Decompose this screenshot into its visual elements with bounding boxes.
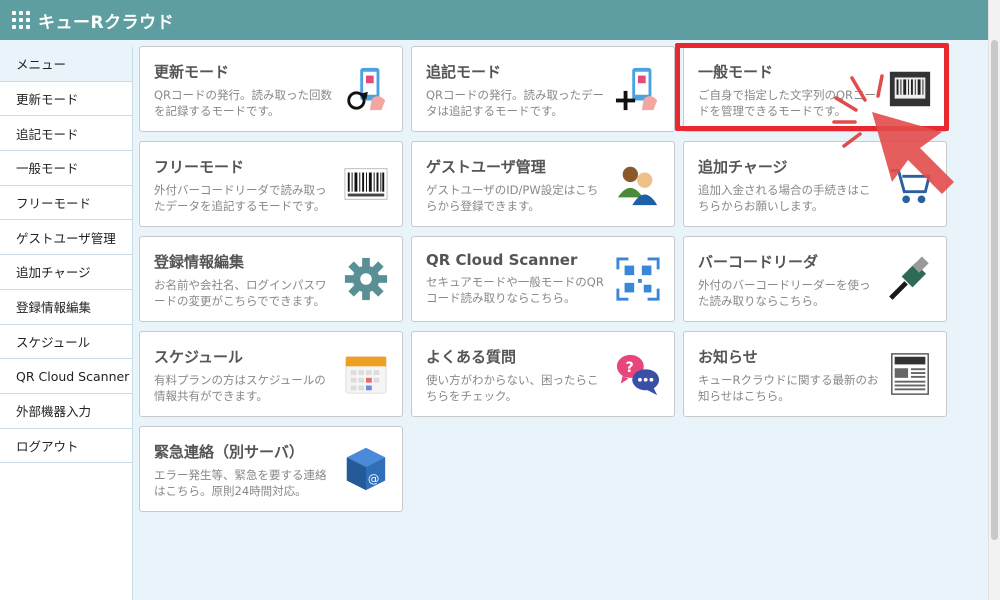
gear-icon: [342, 255, 390, 303]
card-description: お名前や会社名、ログインパスワードの変更がこちらでできます。: [154, 278, 327, 308]
scrollbar[interactable]: [988, 0, 1000, 600]
app-grid-icon[interactable]: [12, 11, 30, 29]
sidebar-item-free-mode[interactable]: フリーモード: [0, 186, 132, 221]
card-faq[interactable]: よくある質問 使い方がわからない、困ったらこちらをチェック。 ?: [411, 331, 675, 417]
card-description: エラー発生等、緊急を要する連絡はこちら。原則24時間対応。: [154, 468, 327, 498]
card-description: 外付のバーコードリーダーを使った読み取りならこちら。: [698, 278, 871, 308]
card-description: 外付バーコードリーダで読み取ったデータを追記するモードです。: [154, 183, 327, 213]
card-general-mode[interactable]: 一般モード ご自身で指定した文字列のQRコードを管理できるモードです。: [683, 46, 947, 132]
svg-text:?: ?: [626, 360, 634, 376]
card-description: ゲストユーザのID/PW設定はこちらから登録できます。: [426, 183, 599, 213]
users-icon: [614, 160, 662, 208]
card-schedule[interactable]: スケジュール 有料プランの方はスケジュールの情報共有ができます。: [139, 331, 403, 417]
card-emergency-contact[interactable]: 緊急連絡（別サーバ） エラー発生等、緊急を要する連絡はこちら。原則24時間対応。…: [139, 426, 403, 512]
card-qr-cloud-scanner[interactable]: QR Cloud Scanner セキュアモードや一般モードのQRコード読み取り…: [411, 236, 675, 322]
sidebar: メニュー 更新モード 追記モード 一般モード フリーモード ゲストユーザ管理 追…: [0, 47, 133, 600]
sidebar-item-guest-users[interactable]: ゲストユーザ管理: [0, 220, 132, 256]
sidebar-item-update-mode[interactable]: 更新モード: [0, 82, 132, 117]
card-barcode-reader[interactable]: バーコードリーダ 外付のバーコードリーダーを使った読み取りならこちら。: [683, 236, 947, 322]
card-description: QRコードの発行。読み取ったデータは追記するモードです。: [426, 88, 605, 118]
cart-icon: [886, 160, 934, 208]
sidebar-item-menu[interactable]: メニュー: [0, 47, 132, 82]
card-charge[interactable]: 追加チャージ 追加入金される場合の手続きはこちらからお願いします。: [683, 141, 947, 227]
card-append-mode[interactable]: 追記モード QRコードの発行。読み取ったデータは追記するモードです。: [411, 46, 675, 132]
card-news[interactable]: お知らせ キューRクラウドに関する最新のお知らせはこちら。: [683, 331, 947, 417]
barcode-icon: [342, 160, 390, 208]
card-description: 追加入金される場合の手続きはこちらからお願いします。: [698, 183, 871, 213]
card-free-mode[interactable]: フリーモード 外付バーコードリーダで読み取ったデータを追記するモードです。: [139, 141, 403, 227]
card-account-edit[interactable]: 登録情報編集 お名前や会社名、ログインパスワードの変更がこちらでできます。: [139, 236, 403, 322]
card-description: セキュアモードや一般モードのQRコード読み取りならこちら。: [426, 275, 604, 305]
qr-scanner-icon: [614, 255, 662, 303]
calendar-icon: [342, 350, 390, 398]
card-description: キューRクラウドに関する最新のお知らせはこちら。: [698, 373, 879, 403]
sidebar-item-account-edit[interactable]: 登録情報編集: [0, 290, 132, 325]
scrollbar-thumb[interactable]: [991, 40, 998, 540]
top-bar: キューRクラウド: [0, 0, 988, 40]
barcode-scan-icon: [886, 65, 934, 113]
app-title: キューRクラウド: [38, 12, 175, 33]
svg-text:@: @: [368, 471, 380, 485]
card-update-mode[interactable]: 更新モード QRコードの発行。読み取った回数を記録するモードです。: [139, 46, 403, 132]
faq-chat-icon: ?: [614, 350, 662, 398]
sidebar-item-external-input[interactable]: 外部機器入力: [0, 394, 132, 429]
sidebar-item-logout[interactable]: ログアウト: [0, 429, 132, 464]
card-description: ご自身で指定した文字列のQRコードを管理できるモードです。: [698, 88, 877, 118]
card-description: QRコードの発行。読み取った回数を記録するモードです。: [154, 88, 333, 118]
sidebar-item-qr-cloud-scanner[interactable]: QR Cloud Scanner: [0, 359, 132, 394]
card-description: 有料プランの方はスケジュールの情報共有ができます。: [154, 373, 326, 403]
sidebar-item-schedule[interactable]: スケジュール: [0, 325, 132, 360]
qr-append-icon: [614, 65, 662, 113]
sidebar-item-general-mode[interactable]: 一般モード: [0, 151, 132, 186]
sidebar-item-append-mode[interactable]: 追記モード: [0, 116, 132, 152]
qr-update-icon: [342, 65, 390, 113]
sidebar-item-charge[interactable]: 追加チャージ: [0, 255, 132, 290]
usb-icon: [886, 255, 934, 303]
app-window: キューRクラウド メニュー 更新モード 追記モード 一般モード フリーモード ゲ…: [0, 0, 1000, 600]
card-guest-users[interactable]: ゲストユーザ管理 ゲストユーザのID/PW設定はこちらから登録できます。: [411, 141, 675, 227]
contact-cube-icon: @: [342, 445, 390, 493]
card-description: 使い方がわからない、困ったらこちらをチェック。: [426, 373, 599, 403]
news-icon: [886, 350, 934, 398]
